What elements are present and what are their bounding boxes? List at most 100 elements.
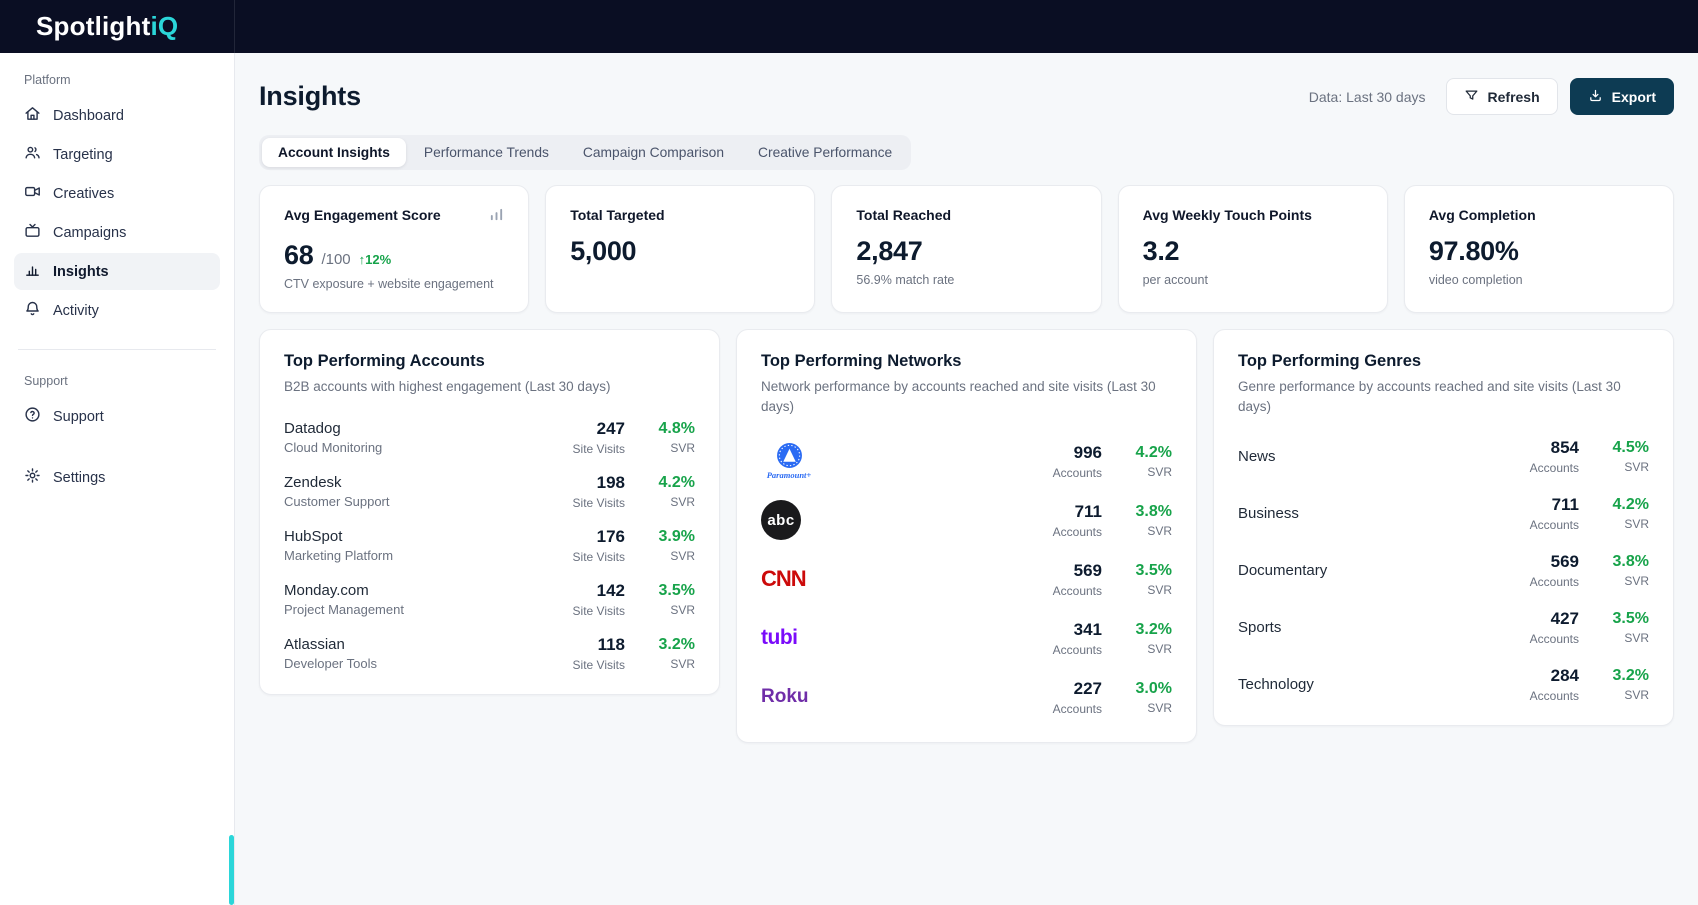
svr-label: SVR — [1593, 574, 1649, 588]
help-circle-icon — [24, 406, 41, 427]
svr-value: 3.2% — [1593, 667, 1649, 685]
network-row: tubi 341 Accounts 3.2% SVR — [761, 615, 1172, 661]
svr-metric: 3.8% SVR — [1116, 503, 1172, 538]
site-visits-label: Site Visits — [547, 496, 625, 510]
site-visits-metric: 247 Site Visits — [547, 419, 625, 456]
accounts-value: 854 — [1501, 438, 1579, 458]
abc-logo: abc — [761, 500, 801, 540]
svr-metric: 3.5% SVR — [1593, 610, 1649, 645]
svr-value: 4.8% — [639, 420, 695, 438]
account-category: Marketing Platform — [284, 548, 547, 563]
svr-value: 3.5% — [639, 582, 695, 600]
tab-performance-trends[interactable]: Performance Trends — [408, 138, 565, 167]
bar-chart-icon — [24, 261, 41, 282]
accounts-metric: 569 Accounts — [1501, 552, 1579, 589]
svr-metric: 4.5% SVR — [1593, 439, 1649, 474]
data-range-label: Data: Last 30 days — [1309, 89, 1426, 105]
brand-logo[interactable]: SpotlightiQ — [0, 0, 235, 53]
page-title: Insights — [259, 81, 361, 112]
kpi-subtitle: video completion — [1429, 273, 1649, 287]
kpi-card-total-targeted: Total Targeted 5,000 — [545, 185, 815, 313]
kpi-subtitle: 56.9% match rate — [856, 273, 1076, 287]
svr-metric: 4.2% SVR — [1116, 444, 1172, 479]
kpi-suffix: /100 — [321, 251, 350, 268]
home-icon — [24, 105, 41, 126]
sidebar-item-dashboard[interactable]: Dashboard — [14, 97, 220, 134]
svr-label: SVR — [1593, 460, 1649, 474]
panel-subtitle: Genre performance by accounts reached an… — [1238, 377, 1649, 416]
genre-row: Sports 427 Accounts 3.5% SVR — [1238, 609, 1649, 646]
svr-value: 3.8% — [1116, 503, 1172, 521]
accounts-value: 711 — [1024, 502, 1102, 522]
accounts-metric: 569 Accounts — [1024, 561, 1102, 598]
genre-row: Business 711 Accounts 4.2% SVR — [1238, 495, 1649, 532]
kpi-title: Total Reached — [856, 207, 1076, 223]
kpi-value: 3.2 — [1143, 236, 1180, 267]
tab-campaign-comparison[interactable]: Campaign Comparison — [567, 138, 740, 167]
refresh-button-label: Refresh — [1488, 89, 1540, 105]
svr-metric: 3.5% SVR — [639, 582, 695, 617]
account-category: Customer Support — [284, 494, 547, 509]
sidebar-item-creatives[interactable]: Creatives — [14, 175, 220, 212]
svr-label: SVR — [1593, 688, 1649, 702]
svr-value: 3.8% — [1593, 553, 1649, 571]
genre-name: Technology — [1238, 676, 1501, 693]
account-row: Zendesk Customer Support 198 Site Visits… — [284, 473, 695, 510]
brand-name-primary: Spotlight — [36, 11, 150, 41]
sidebar-item-campaigns[interactable]: Campaigns — [14, 214, 220, 251]
kpi-title: Avg Engagement Score — [284, 207, 441, 223]
panel-subtitle: B2B accounts with highest engagement (La… — [284, 377, 695, 397]
panel-subtitle: Network performance by accounts reached … — [761, 377, 1172, 416]
accounts-label: Accounts — [1024, 643, 1102, 657]
accounts-metric: 711 Accounts — [1024, 502, 1102, 539]
svr-value: 3.9% — [639, 528, 695, 546]
bell-icon — [24, 300, 41, 321]
accounts-metric: 854 Accounts — [1501, 438, 1579, 475]
svr-label: SVR — [1593, 631, 1649, 645]
tubi-logo: tubi — [761, 626, 797, 650]
svr-metric: 3.2% SVR — [1593, 667, 1649, 702]
kpi-card-total-reached: Total Reached 2,847 56.9% match rate — [831, 185, 1101, 313]
tv-icon — [24, 222, 41, 243]
export-button[interactable]: Export — [1570, 78, 1674, 115]
kpi-card-engagement-score: Avg Engagement Score 68 /100 ↑12% CTV ex… — [259, 185, 529, 313]
accounts-value: 427 — [1501, 609, 1579, 629]
svr-value: 4.2% — [1593, 496, 1649, 514]
svr-label: SVR — [1593, 517, 1649, 531]
network-row: Roku 227 Accounts 3.0% SVR — [761, 674, 1172, 720]
sidebar-item-insights[interactable]: Insights — [14, 253, 220, 290]
users-icon — [24, 144, 41, 165]
sidebar: Platform Dashboard Targeting Creatives C… — [0, 53, 235, 905]
svr-value: 4.5% — [1593, 439, 1649, 457]
accounts-metric: 996 Accounts — [1024, 443, 1102, 480]
svr-label: SVR — [639, 603, 695, 617]
accounts-label: Accounts — [1024, 525, 1102, 539]
account-name: Monday.com — [284, 582, 547, 599]
cnn-logo: CNN — [761, 566, 806, 592]
sidebar-scrollbar[interactable] — [229, 835, 234, 905]
account-category: Project Management — [284, 602, 547, 617]
sidebar-item-targeting[interactable]: Targeting — [14, 136, 220, 173]
kpi-card-avg-completion: Avg Completion 97.80% video completion — [1404, 185, 1674, 313]
sidebar-item-settings[interactable]: Settings — [14, 459, 220, 496]
tab-creative-performance[interactable]: Creative Performance — [742, 138, 908, 167]
genre-row: Technology 284 Accounts 3.2% SVR — [1238, 666, 1649, 703]
accounts-value: 711 — [1501, 495, 1579, 515]
tab-account-insights[interactable]: Account Insights — [262, 138, 406, 167]
filter-funnel-icon — [1464, 88, 1479, 106]
account-name: Atlassian — [284, 636, 547, 653]
kpi-subtitle: per account — [1143, 273, 1363, 287]
sidebar-item-label: Settings — [53, 470, 105, 486]
site-visits-label: Site Visits — [547, 550, 625, 564]
refresh-button[interactable]: Refresh — [1446, 78, 1558, 115]
svr-label: SVR — [639, 657, 695, 671]
sidebar-item-activity[interactable]: Activity — [14, 292, 220, 329]
svr-metric: 3.9% SVR — [639, 528, 695, 563]
sidebar-item-label: Support — [53, 409, 104, 425]
genre-row: News 854 Accounts 4.5% SVR — [1238, 438, 1649, 475]
sidebar-item-support[interactable]: Support — [14, 398, 220, 435]
accounts-label: Accounts — [1501, 632, 1579, 646]
gear-icon — [24, 467, 41, 488]
svr-metric: 4.8% SVR — [639, 420, 695, 455]
sidebar-item-label: Dashboard — [53, 108, 124, 124]
